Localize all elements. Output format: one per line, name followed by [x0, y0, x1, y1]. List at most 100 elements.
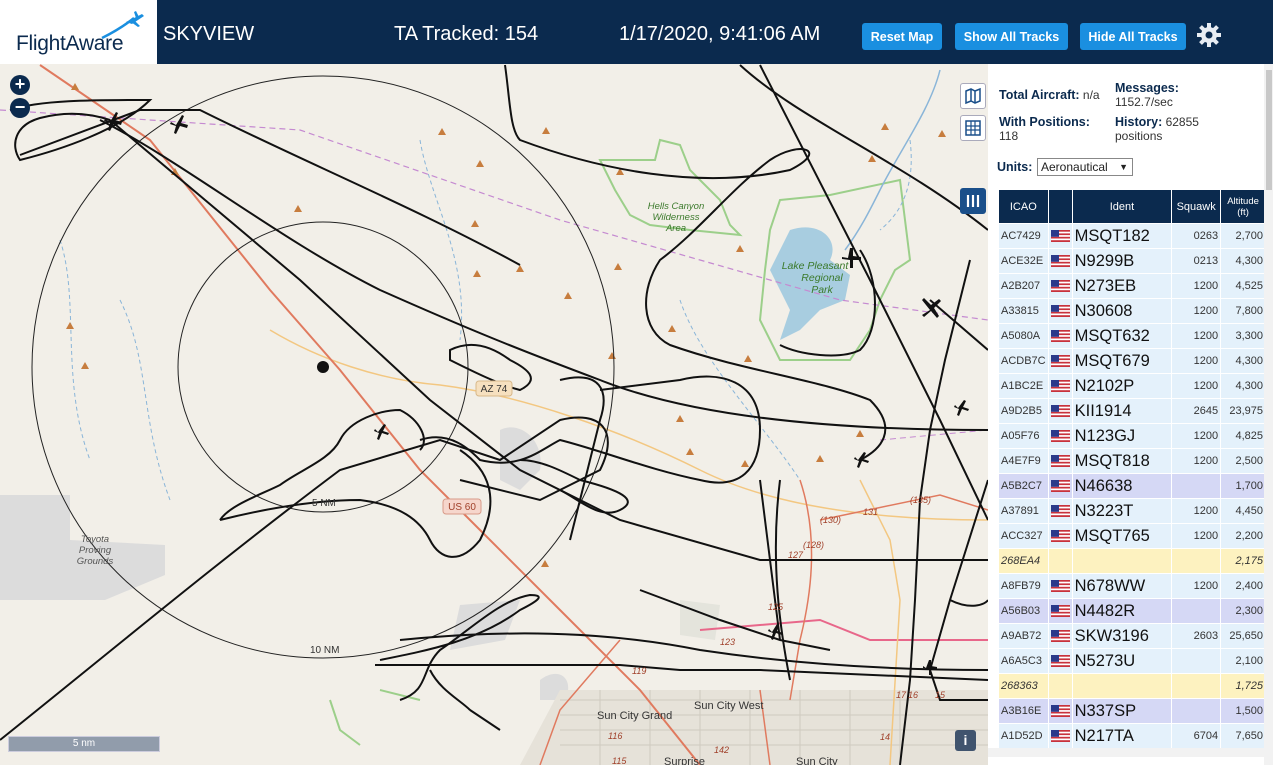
ident-cell: MSQT182 — [1071, 223, 1173, 249]
flag-cell — [1047, 673, 1073, 699]
total-aircraft: Total Aircraft: n/a — [999, 88, 1100, 102]
table-row[interactable]: A5B2C7 N46638 1,700 — [998, 473, 1266, 499]
icao-cell: A56B03 — [998, 598, 1049, 624]
table-row[interactable]: A9D2B5 KII1914 2645 23,975 — [998, 398, 1266, 424]
gear-icon[interactable] — [1196, 22, 1222, 48]
reset-map-button[interactable]: Reset Map — [862, 23, 942, 50]
table-row[interactable]: 268EA4 2,175 — [998, 548, 1266, 574]
squawk-cell: 1200 — [1171, 273, 1222, 299]
ident-cell: N337SP — [1071, 698, 1173, 724]
panel-horizontal-scrollbar[interactable] — [988, 748, 1264, 757]
altitude-cell: 2,100 — [1220, 648, 1266, 674]
table-row[interactable]: A8FB79 N678WW 1200 2,400 — [998, 573, 1266, 599]
squawk-cell — [1171, 548, 1222, 574]
sun-city-grand-label: Sun City Grand — [597, 710, 672, 722]
icao-cell: ACDB7C — [998, 348, 1049, 374]
info-button[interactable]: i — [955, 730, 976, 751]
us-flag-icon — [1050, 630, 1070, 643]
tracked-count: TA Tracked: 154 — [394, 23, 539, 45]
icao-cell: A1D52D — [998, 723, 1049, 749]
ident-cell: N4482R — [1071, 598, 1173, 624]
squawk-cell — [1171, 698, 1222, 724]
ident-cell: N46638 — [1071, 473, 1173, 499]
road-number: 115 — [612, 756, 627, 765]
show-all-tracks-button[interactable]: Show All Tracks — [955, 23, 1068, 50]
altitude-cell: 4,300 — [1220, 248, 1266, 274]
surprise-label: Surprise — [664, 756, 705, 765]
units-label: Units: — [997, 160, 1033, 174]
units-select[interactable]: Aeronautical ▼ — [1037, 158, 1133, 176]
squawk-cell: 0213 — [1171, 248, 1222, 274]
altitude-cell: 1,500 — [1220, 698, 1266, 724]
altitude-cell: 3,300 — [1220, 323, 1266, 349]
table-row[interactable]: A6A5C3 N5273U 2,100 — [998, 648, 1266, 674]
us-flag-icon — [1050, 430, 1070, 443]
map-icon — [965, 87, 981, 105]
us-flag-icon — [1050, 230, 1070, 243]
us-flag-icon — [1050, 455, 1070, 468]
sun-city-label: Sun City — [796, 756, 838, 765]
az74-label: AZ 74 — [481, 384, 508, 395]
table-row[interactable]: A9AB72 SKW3196 2603 25,650 — [998, 623, 1266, 649]
hide-all-tracks-button[interactable]: Hide All Tracks — [1080, 23, 1186, 50]
ident-cell — [1071, 673, 1173, 699]
icao-cell: A6A5C3 — [998, 648, 1049, 674]
table-row[interactable]: AC7429 MSQT182 0263 2,700 — [998, 223, 1266, 249]
map-scale-bar: 5 nm — [8, 736, 160, 752]
flightaware-logo[interactable]: FlightAware — [0, 0, 157, 64]
aircraft-markers — [104, 112, 969, 675]
altitude-cell: 4,300 — [1220, 348, 1266, 374]
road-number: 125 — [768, 602, 784, 612]
zoom-out-button[interactable]: − — [10, 98, 30, 118]
flag-cell — [1047, 248, 1073, 274]
table-row[interactable]: A1D52D N217TA 6704 7,650 — [998, 723, 1266, 749]
col-icao[interactable]: ICAO — [998, 189, 1049, 224]
road-number: (135) — [910, 495, 931, 505]
table-row[interactable]: A05F76 N123GJ 1200 4,825 — [998, 423, 1266, 449]
us-flag-icon — [1050, 505, 1070, 518]
flag-cell — [1047, 223, 1073, 249]
table-row[interactable]: ACC327 MSQT765 1200 2,200 — [998, 523, 1266, 549]
altitude-cell: 1,700 — [1220, 473, 1266, 499]
us-flag-icon — [1050, 380, 1070, 393]
ident-cell: N9299B — [1071, 248, 1173, 274]
table-row[interactable]: A4E7F9 MSQT818 1200 2,500 — [998, 448, 1266, 474]
table-row[interactable]: A2B207 N273EB 1200 4,525 — [998, 273, 1266, 299]
col-altitude[interactable]: Altitude (ft) — [1220, 189, 1266, 224]
squawk-cell: 2645 — [1171, 398, 1222, 424]
flag-cell — [1047, 623, 1073, 649]
col-squawk[interactable]: Squawk — [1171, 189, 1222, 224]
table-row[interactable]: A5080A MSQT632 1200 3,300 — [998, 323, 1266, 349]
map-canvas[interactable]: AZ 74 US 60 5 NM 10 NM Sun City Grand Su… — [0, 64, 988, 765]
zoom-in-button[interactable]: + — [10, 75, 30, 95]
aircraft-rows: AC7429 MSQT182 0263 2,700 ACE32E N9299B 0213 4,… — [998, 223, 1266, 749]
altitude-cell: 7,650 — [1220, 723, 1266, 749]
sun-city-west-label: Sun City West — [694, 700, 764, 712]
table-row[interactable]: A56B03 N4482R 2,300 — [998, 598, 1266, 624]
table-row[interactable]: ACE32E N9299B 0213 4,300 — [998, 248, 1266, 274]
panel-scrollbar-thumb[interactable] — [1266, 70, 1272, 190]
grid-toggle-button[interactable] — [960, 115, 986, 141]
aircraft-marker — [374, 424, 389, 440]
road-number: 131 — [863, 507, 878, 517]
map-view[interactable]: AZ 74 US 60 5 NM 10 NM Sun City Grand Su… — [0, 64, 988, 765]
squawk-cell: 2603 — [1171, 623, 1222, 649]
ident-cell: MSQT632 — [1071, 323, 1173, 349]
table-row[interactable]: A1BC2E N2102P 1200 4,300 — [998, 373, 1266, 399]
icao-cell: A9D2B5 — [998, 398, 1049, 424]
table-row[interactable]: A37891 N3223T 1200 4,450 — [998, 498, 1266, 524]
map-layers-button[interactable] — [960, 83, 986, 109]
table-row[interactable]: A3B16E N337SP 1,500 — [998, 698, 1266, 724]
table-row[interactable]: 268363 1,725 — [998, 673, 1266, 699]
altitude-cell: 2,500 — [1220, 448, 1266, 474]
icao-cell: A33815 — [998, 298, 1049, 324]
ident-cell: SKW3196 — [1071, 623, 1173, 649]
table-row[interactable]: A33815 N30608 1200 7,800 — [998, 298, 1266, 324]
col-flag[interactable] — [1047, 189, 1073, 224]
ident-cell: N30608 — [1071, 298, 1173, 324]
table-row[interactable]: ACDB7C MSQT679 1200 4,300 — [998, 348, 1266, 374]
us-flag-icon — [1050, 605, 1070, 618]
col-ident[interactable]: Ident — [1071, 189, 1173, 224]
ring-5nm-label: 5 NM — [312, 498, 336, 509]
column-toggle-button[interactable] — [960, 188, 986, 214]
